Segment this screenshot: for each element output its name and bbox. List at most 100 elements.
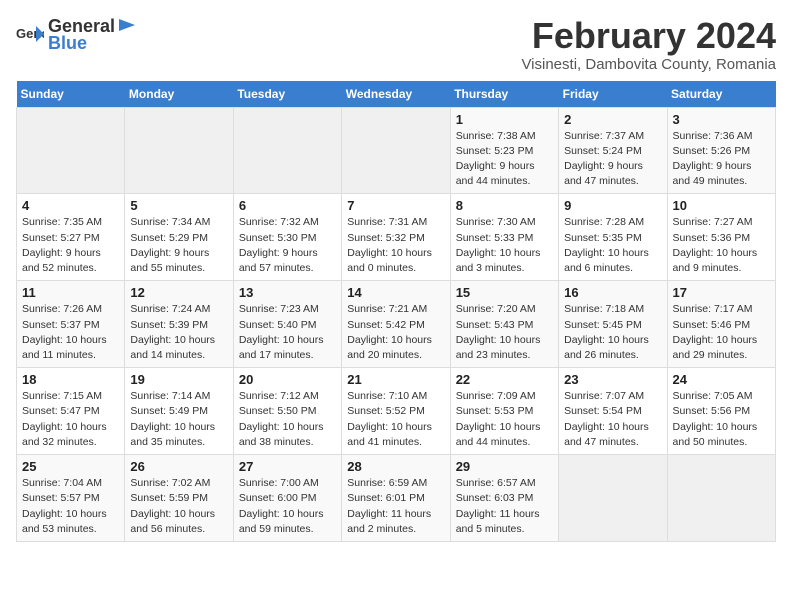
calendar-cell: 20 Sunrise: 7:12 AM Sunset: 5:50 PM Dayli… [233,368,341,455]
calendar-cell: 13 Sunrise: 7:23 AM Sunset: 5:40 PM Dayli… [233,281,341,368]
calendar-cell [559,455,667,542]
calendar-cell: 4Sunrise: 7:35 AM Sunset: 5:27 PM Daylig… [17,194,125,281]
calendar-cell: 23Sunrise: 7:07 AM Sunset: 5:54 PM Dayli… [559,368,667,455]
day-number: 10 [673,198,770,213]
day-info: Sunrise: 7:12 AM Sunset: 5:50 PM Dayligh… [239,389,336,450]
calendar-week-row: 1 Sunrise: 7:38 AM Sunset: 5:23 PM Daylig… [17,107,776,194]
calendar-cell [125,107,233,194]
month-title: February 2024 [521,16,776,56]
calendar-cell: 9Sunrise: 7:28 AM Sunset: 5:35 PM Daylig… [559,194,667,281]
calendar-cell: 24 Sunrise: 7:05 AM Sunset: 5:56 PM Dayli… [667,368,775,455]
day-info: Sunrise: 7:27 AM Sunset: 5:36 PM Dayligh… [673,215,770,276]
day-number: 22 [456,372,553,387]
header: General General Blue February 2024 Visin… [16,16,776,73]
calendar-cell: 12 Sunrise: 7:24 AM Sunset: 5:39 PM Dayli… [125,281,233,368]
calendar-cell: 29Sunrise: 6:57 AM Sunset: 6:03 PM Dayli… [450,455,558,542]
day-number: 19 [130,372,227,387]
day-info: Sunrise: 7:34 AM Sunset: 5:29 PM Dayligh… [130,215,227,276]
logo-icon: General [16,24,44,46]
calendar-cell: 16 Sunrise: 7:18 AM Sunset: 5:45 PM Dayli… [559,281,667,368]
day-info: Sunrise: 7:05 AM Sunset: 5:56 PM Dayligh… [673,389,770,450]
day-info: Sunrise: 7:09 AM Sunset: 5:53 PM Dayligh… [456,389,553,450]
day-info: Sunrise: 7:00 AM Sunset: 6:00 PM Dayligh… [239,476,336,537]
title-area: February 2024 Visinesti, Dambovita Count… [521,16,776,73]
day-info: Sunrise: 7:26 AM Sunset: 5:37 PM Dayligh… [22,302,119,363]
day-number: 15 [456,285,553,300]
day-info: Sunrise: 7:21 AM Sunset: 5:42 PM Dayligh… [347,302,444,363]
day-number: 1 [456,112,553,127]
day-info: Sunrise: 7:31 AM Sunset: 5:32 PM Dayligh… [347,215,444,276]
day-number: 16 [564,285,661,300]
calendar-cell [342,107,450,194]
calendar-cell: 25Sunrise: 7:04 AM Sunset: 5:57 PM Dayli… [17,455,125,542]
calendar-cell: 10 Sunrise: 7:27 AM Sunset: 5:36 PM Dayli… [667,194,775,281]
calendar-cell: 3Sunrise: 7:36 AM Sunset: 5:26 PM Daylig… [667,107,775,194]
calendar-cell: 2 Sunrise: 7:37 AM Sunset: 5:24 PM Daylig… [559,107,667,194]
calendar-header-row: SundayMondayTuesdayWednesdayThursdayFrid… [17,81,776,108]
calendar-cell: 8 Sunrise: 7:30 AM Sunset: 5:33 PM Daylig… [450,194,558,281]
day-of-week-sunday: Sunday [17,81,125,108]
day-info: Sunrise: 7:37 AM Sunset: 5:24 PM Dayligh… [564,129,661,190]
day-of-week-tuesday: Tuesday [233,81,341,108]
day-info: Sunrise: 7:32 AM Sunset: 5:30 PM Dayligh… [239,215,336,276]
day-info: Sunrise: 7:28 AM Sunset: 5:35 PM Dayligh… [564,215,661,276]
day-number: 25 [22,459,119,474]
day-of-week-wednesday: Wednesday [342,81,450,108]
calendar-cell [233,107,341,194]
location-title: Visinesti, Dambovita County, Romania [521,56,776,73]
day-number: 5 [130,198,227,213]
calendar-week-row: 25Sunrise: 7:04 AM Sunset: 5:57 PM Dayli… [17,455,776,542]
calendar-cell: 15Sunrise: 7:20 AM Sunset: 5:43 PM Dayli… [450,281,558,368]
day-of-week-friday: Friday [559,81,667,108]
day-number: 3 [673,112,770,127]
day-number: 28 [347,459,444,474]
day-number: 11 [22,285,119,300]
day-number: 23 [564,372,661,387]
day-info: Sunrise: 7:35 AM Sunset: 5:27 PM Dayligh… [22,215,119,276]
calendar-cell: 18 Sunrise: 7:15 AM Sunset: 5:47 PM Dayli… [17,368,125,455]
day-of-week-monday: Monday [125,81,233,108]
calendar-cell: 21 Sunrise: 7:10 AM Sunset: 5:52 PM Dayli… [342,368,450,455]
day-number: 17 [673,285,770,300]
day-info: Sunrise: 7:02 AM Sunset: 5:59 PM Dayligh… [130,476,227,537]
day-number: 12 [130,285,227,300]
logo-arrow-icon [115,18,135,32]
day-info: Sunrise: 7:38 AM Sunset: 5:23 PM Dayligh… [456,129,553,190]
day-info: Sunrise: 7:23 AM Sunset: 5:40 PM Dayligh… [239,302,336,363]
day-number: 27 [239,459,336,474]
calendar-table: SundayMondayTuesdayWednesdayThursdayFrid… [16,81,776,542]
day-info: Sunrise: 7:17 AM Sunset: 5:46 PM Dayligh… [673,302,770,363]
day-of-week-thursday: Thursday [450,81,558,108]
day-number: 14 [347,285,444,300]
day-info: Sunrise: 7:24 AM Sunset: 5:39 PM Dayligh… [130,302,227,363]
day-info: Sunrise: 7:18 AM Sunset: 5:45 PM Dayligh… [564,302,661,363]
calendar-cell: 17 Sunrise: 7:17 AM Sunset: 5:46 PM Dayli… [667,281,775,368]
day-number: 24 [673,372,770,387]
calendar-cell: 19 Sunrise: 7:14 AM Sunset: 5:49 PM Dayli… [125,368,233,455]
calendar-cell: 27 Sunrise: 7:00 AM Sunset: 6:00 PM Dayli… [233,455,341,542]
calendar-week-row: 18 Sunrise: 7:15 AM Sunset: 5:47 PM Dayli… [17,368,776,455]
calendar-cell [17,107,125,194]
calendar-cell: 5 Sunrise: 7:34 AM Sunset: 5:29 PM Daylig… [125,194,233,281]
day-number: 8 [456,198,553,213]
day-number: 2 [564,112,661,127]
day-info: Sunrise: 7:30 AM Sunset: 5:33 PM Dayligh… [456,215,553,276]
day-number: 26 [130,459,227,474]
calendar-cell: 6Sunrise: 7:32 AM Sunset: 5:30 PM Daylig… [233,194,341,281]
calendar-cell: 7 Sunrise: 7:31 AM Sunset: 5:32 PM Daylig… [342,194,450,281]
day-of-week-saturday: Saturday [667,81,775,108]
day-info: Sunrise: 7:14 AM Sunset: 5:49 PM Dayligh… [130,389,227,450]
day-info: Sunrise: 7:15 AM Sunset: 5:47 PM Dayligh… [22,389,119,450]
logo-blue-text: Blue [48,33,87,53]
day-number: 18 [22,372,119,387]
day-number: 20 [239,372,336,387]
day-number: 13 [239,285,336,300]
day-info: Sunrise: 7:10 AM Sunset: 5:52 PM Dayligh… [347,389,444,450]
day-number: 29 [456,459,553,474]
calendar-week-row: 4Sunrise: 7:35 AM Sunset: 5:27 PM Daylig… [17,194,776,281]
day-info: Sunrise: 6:59 AM Sunset: 6:01 PM Dayligh… [347,476,444,537]
day-number: 21 [347,372,444,387]
calendar-cell: 1 Sunrise: 7:38 AM Sunset: 5:23 PM Daylig… [450,107,558,194]
calendar-cell: 22 Sunrise: 7:09 AM Sunset: 5:53 PM Dayli… [450,368,558,455]
day-number: 7 [347,198,444,213]
